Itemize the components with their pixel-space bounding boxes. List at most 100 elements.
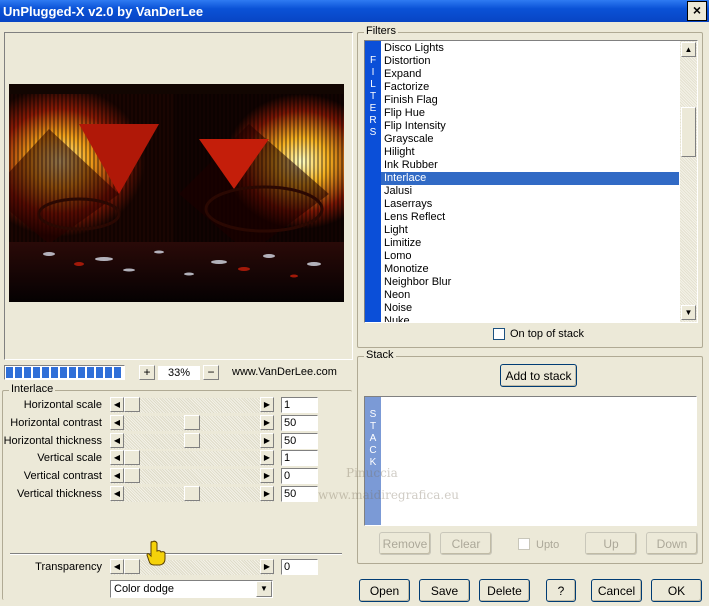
zoom-value: 33% xyxy=(158,366,200,380)
param-left-arrow[interactable]: ◀ xyxy=(110,397,124,412)
open-button[interactable]: Open xyxy=(359,579,410,602)
param-left-arrow[interactable]: ◀ xyxy=(110,450,124,466)
clear-button[interactable]: Clear xyxy=(440,532,492,555)
help-button[interactable]: ? xyxy=(546,579,576,602)
tab-letter: T xyxy=(369,421,377,432)
interlace-group-label: Interlace xyxy=(9,383,56,395)
website-link[interactable]: www.VanDerLee.com xyxy=(232,366,337,378)
filter-list-item[interactable]: Light xyxy=(381,224,679,237)
tab-letter: T xyxy=(369,91,377,102)
blend-mode-value: Color dodge xyxy=(114,583,174,595)
filter-list-item[interactable]: Disco Lights xyxy=(381,42,679,55)
filter-list-item[interactable]: Finish Flag xyxy=(381,94,679,107)
filter-list-item[interactable]: Lomo xyxy=(381,250,679,263)
close-button[interactable]: × xyxy=(687,1,707,21)
param-right-arrow[interactable]: ▶ xyxy=(260,414,274,430)
param-row: Horizontal scale ◀ ▶ 1 xyxy=(0,397,320,414)
filter-list-item[interactable]: Neighbor Blur xyxy=(381,276,679,289)
filter-list-item[interactable]: Ink Rubber xyxy=(381,159,679,172)
upto-checkbox[interactable] xyxy=(518,538,530,550)
param-right-arrow[interactable]: ▶ xyxy=(260,397,274,412)
preview-image[interactable] xyxy=(9,84,344,302)
param-thumb[interactable] xyxy=(184,414,200,430)
chevron-down-icon[interactable]: ▼ xyxy=(256,581,272,597)
param-left-arrow[interactable]: ◀ xyxy=(110,486,124,501)
filter-list-item[interactable]: Flip Intensity xyxy=(381,120,679,133)
filters-list[interactable]: Disco Lights Distortion Expand Factorize Fin… xyxy=(381,42,679,322)
tab-letter: E xyxy=(369,103,377,114)
filters-group-label: Filters xyxy=(364,25,398,37)
window-title: UnPlugged-X v2.0 by VanDerLee xyxy=(3,3,204,19)
param-thumb[interactable] xyxy=(124,397,140,412)
param-input[interactable]: 1 xyxy=(281,450,318,467)
param-left-arrow[interactable]: ◀ xyxy=(110,432,124,448)
param-input[interactable]: 50 xyxy=(281,486,318,502)
remove-button[interactable]: Remove xyxy=(379,532,431,555)
param-thumb[interactable] xyxy=(124,450,140,466)
add-to-stack-button[interactable]: Add to stack xyxy=(500,364,577,387)
ok-button[interactable]: OK xyxy=(651,579,702,602)
on-top-checkbox[interactable] xyxy=(493,328,505,340)
upto-label: Upto xyxy=(536,539,560,551)
blend-mode-select[interactable]: Color dodge ▼ xyxy=(110,580,273,598)
filters-scroll-thumb[interactable] xyxy=(681,107,696,157)
param-input[interactable]: 0 xyxy=(281,468,318,485)
filter-list-item[interactable]: Monotize xyxy=(381,263,679,276)
param-input[interactable]: 50 xyxy=(281,414,318,431)
param-right-arrow[interactable]: ▶ xyxy=(260,468,274,484)
save-button[interactable]: Save xyxy=(419,579,470,602)
filter-list-item[interactable]: Noise xyxy=(381,302,679,315)
param-right-arrow[interactable]: ▶ xyxy=(260,450,274,466)
param-left-arrow[interactable]: ◀ xyxy=(110,414,124,430)
param-row: Horizontal thickness ◀ ▶ 50 xyxy=(0,432,320,450)
filters-tab: FILTERS xyxy=(365,41,381,322)
param-thumb[interactable] xyxy=(124,468,140,484)
progress-bar xyxy=(4,365,125,380)
up-button[interactable]: Up xyxy=(585,532,637,555)
delete-button[interactable]: Delete xyxy=(479,579,530,602)
filter-list-item[interactable]: Grayscale xyxy=(381,133,679,146)
filter-list-item[interactable]: Neon xyxy=(381,289,679,302)
param-right-arrow[interactable]: ▶ xyxy=(260,486,274,501)
tab-letter: A xyxy=(369,433,377,444)
filter-list-item[interactable]: Flip Hue xyxy=(381,107,679,120)
transparency-right-arrow[interactable]: ▶ xyxy=(260,559,274,574)
filter-list-item[interactable]: Hilight xyxy=(381,146,679,159)
minus-icon: − xyxy=(207,365,215,379)
scroll-up-icon[interactable]: ▲ xyxy=(681,42,696,57)
param-label: Vertical contrast xyxy=(23,470,102,483)
filter-list-item[interactable]: Distortion xyxy=(381,55,679,68)
param-input[interactable]: 50 xyxy=(281,432,318,449)
cancel-button[interactable]: Cancel xyxy=(591,579,642,602)
param-left-arrow[interactable]: ◀ xyxy=(110,468,124,484)
stack-tab: STACK xyxy=(365,397,381,525)
tab-letter: R xyxy=(369,115,377,126)
transparency-left-arrow[interactable]: ◀ xyxy=(110,559,124,574)
filter-list-item[interactable]: Limitize xyxy=(381,237,679,250)
filter-list-item[interactable]: Lens Reflect xyxy=(381,211,679,224)
filter-list-item[interactable]: Interlace xyxy=(381,172,679,185)
filter-list-item[interactable]: Jalusi xyxy=(381,185,679,198)
filter-list-item[interactable]: Factorize xyxy=(381,81,679,94)
down-button[interactable]: Down xyxy=(646,532,698,555)
plus-icon: + xyxy=(143,365,151,379)
tab-letter: I xyxy=(371,67,375,78)
filters-scrollbar[interactable]: ▲ ▼ xyxy=(680,41,697,322)
zoom-out-button[interactable]: − xyxy=(203,365,219,380)
tab-letter: C xyxy=(369,445,377,456)
title-bar[interactable]: UnPlugged-X v2.0 by VanDerLee × xyxy=(0,0,709,22)
filter-list-item[interactable]: Nuke xyxy=(381,315,679,322)
param-label: Vertical thickness xyxy=(17,488,102,500)
tab-letter: S xyxy=(369,409,377,420)
transparency-thumb[interactable] xyxy=(124,559,140,574)
zoom-in-button[interactable]: + xyxy=(139,365,155,380)
scroll-down-icon[interactable]: ▼ xyxy=(681,305,696,320)
filter-list-item[interactable]: Laserrays xyxy=(381,198,679,211)
param-thumb[interactable] xyxy=(184,432,200,448)
filter-list-item[interactable]: Expand xyxy=(381,68,679,81)
param-right-arrow[interactable]: ▶ xyxy=(260,432,274,448)
param-input[interactable]: 1 xyxy=(281,397,318,413)
transparency-input[interactable]: 0 xyxy=(281,559,318,575)
param-thumb[interactable] xyxy=(184,486,200,501)
stack-list[interactable] xyxy=(364,396,697,526)
